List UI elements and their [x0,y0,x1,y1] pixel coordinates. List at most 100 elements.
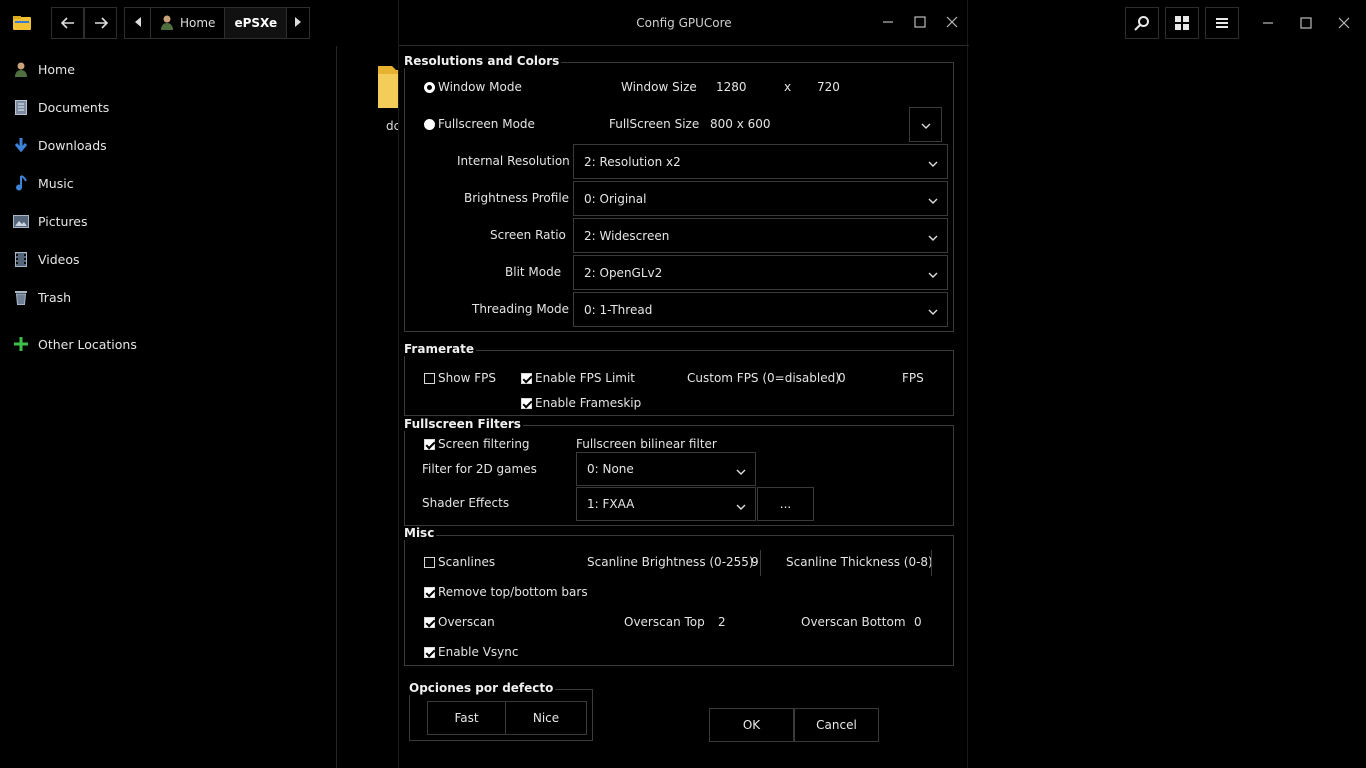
fullscreen-mode-label: Fullscreen Mode [438,117,535,131]
fullscreen-mode-radio[interactable] [424,119,435,130]
window-width-field[interactable]: 1280 [716,80,747,94]
screen-ratio-value: 2: Widescreen [584,228,670,243]
fast-preset-button[interactable]: Fast [427,701,506,735]
window-mode-radio[interactable] [424,82,435,93]
sidebar-item-videos[interactable]: Videos [12,247,80,271]
downloads-icon [12,136,30,154]
chevron-down-icon [928,304,938,318]
overscan-top-field[interactable]: 2 [718,615,726,629]
ok-button[interactable]: OK [709,708,794,742]
scanline-brightness-field[interactable]: 9( [751,555,759,569]
filter-2d-label: Filter for 2D games [422,462,537,476]
search-icon [1134,15,1150,31]
screen-filtering-label: Screen filtering [438,437,530,451]
enable-fps-limit-checkbox[interactable] [521,373,532,384]
defaults-group-title: Opciones por defecto [409,681,556,695]
sidebar-item-label: Pictures [38,213,88,229]
shader-effects-label: Shader Effects [422,496,510,510]
breadcrumb-epsxe[interactable]: ePSXe [225,8,288,38]
scanline-brightness-label: Scanline Brightness (0-255) [587,555,754,569]
breadcrumb-left-button[interactable] [125,8,151,38]
scanline-thickness-label: Scanline Thickness (0-8) [786,555,933,569]
dialog-maximize-button[interactable] [911,14,929,32]
window-size-label: Window Size [621,80,697,94]
custom-fps-field[interactable]: 0 [838,371,846,385]
close-button[interactable] [1334,14,1354,34]
dialog-minimize-button[interactable] [879,14,897,32]
menu-button[interactable] [1205,7,1239,39]
remove-bars-label: Remove top/bottom bars [438,585,588,599]
sidebar-item-music[interactable]: Music [12,171,74,195]
internal-resolution-select[interactable]: 2: Resolution x2 [573,144,948,179]
sidebar-item-label: Other Locations [38,336,137,352]
arrow-left-icon [60,16,75,30]
breadcrumb: Home ePSXe [124,7,311,39]
triangle-right-icon [294,16,302,30]
forward-button[interactable] [84,7,117,39]
field-divider [931,550,932,576]
dialog-close-button[interactable] [943,14,961,32]
nice-preset-button[interactable]: Nice [505,701,587,735]
overscan-checkbox[interactable] [424,617,435,628]
trash-icon [12,288,30,306]
sidebar-item-home[interactable]: Home [12,57,75,81]
filter-2d-value: 0: None [587,462,634,476]
chevron-down-icon [928,267,938,281]
overscan-label: Overscan [438,615,495,629]
internal-resolution-value: 2: Resolution x2 [584,154,681,169]
maximize-icon [1300,16,1312,32]
remove-bars-checkbox[interactable] [424,587,435,598]
close-icon [1338,17,1350,32]
field-divider [760,550,761,576]
filter-2d-select[interactable]: 0: None [576,452,756,486]
window-mode-label: Window Mode [438,80,522,94]
pictures-icon [12,212,30,230]
file-manager-app-icon [12,13,32,36]
sidebar-item-documents[interactable]: Documents [12,95,109,119]
sidebar-item-label: Documents [38,99,110,115]
search-button[interactable] [1125,7,1159,39]
show-fps-checkbox[interactable] [424,373,435,384]
enable-frameskip-checkbox[interactable] [521,398,532,409]
sidebar-item-trash[interactable]: Trash [12,285,71,309]
plus-icon [12,335,30,353]
sidebar-item-label: Home [38,61,75,77]
brightness-profile-select[interactable]: 0: Original [573,181,948,216]
enable-vsync-checkbox[interactable] [424,647,435,658]
enable-vsync-label: Enable Vsync [438,645,519,659]
overscan-bottom-label: Overscan Bottom [801,615,906,629]
bilinear-filter-label: Fullscreen bilinear filter [576,437,717,451]
view-grid-button[interactable] [1165,7,1199,39]
fullscreen-size-dropdown-button[interactable] [909,107,942,142]
scanlines-checkbox[interactable] [424,557,435,568]
blit-mode-select[interactable]: 2: OpenGLv2 [573,255,948,290]
blit-mode-value: 2: OpenGLv2 [584,265,663,280]
screen-filtering-checkbox[interactable] [424,439,435,450]
custom-fps-label: Custom FPS (0=disabled) [687,371,840,385]
window-height-field[interactable]: 720 [817,80,840,94]
sidebar-item-other-locations[interactable]: Other Locations [12,332,137,356]
back-button[interactable] [51,7,84,39]
fps-unit-label: FPS [902,371,924,385]
sidebar-item-label: Downloads [38,137,107,153]
overscan-bottom-field[interactable]: 0 [914,615,922,629]
fullscreen-size-value: 800 x 600 [710,117,771,131]
videos-icon [12,250,30,268]
shader-effects-select[interactable]: 1: FXAA [576,487,756,521]
window-size-x-label: x [784,80,792,94]
threading-mode-label: Threading Mode [472,302,570,316]
home-user-icon [160,14,174,33]
maximize-button[interactable] [1296,14,1316,34]
minimize-button[interactable] [1258,14,1278,34]
sidebar-item-downloads[interactable]: Downloads [12,133,107,157]
breadcrumb-right-button[interactable] [287,8,309,38]
shader-config-button[interactable]: ... [757,487,814,521]
breadcrumb-home-label: Home [180,16,216,30]
breadcrumb-home[interactable]: Home [151,8,226,38]
sidebar-item-pictures[interactable]: Pictures [12,209,88,233]
screen-ratio-select[interactable]: 2: Widescreen [573,218,948,253]
scanlines-label: Scanlines [438,555,496,569]
threading-mode-select[interactable]: 0: 1-Thread [573,292,948,327]
arrow-right-icon [94,16,108,30]
cancel-button[interactable]: Cancel [794,708,879,742]
